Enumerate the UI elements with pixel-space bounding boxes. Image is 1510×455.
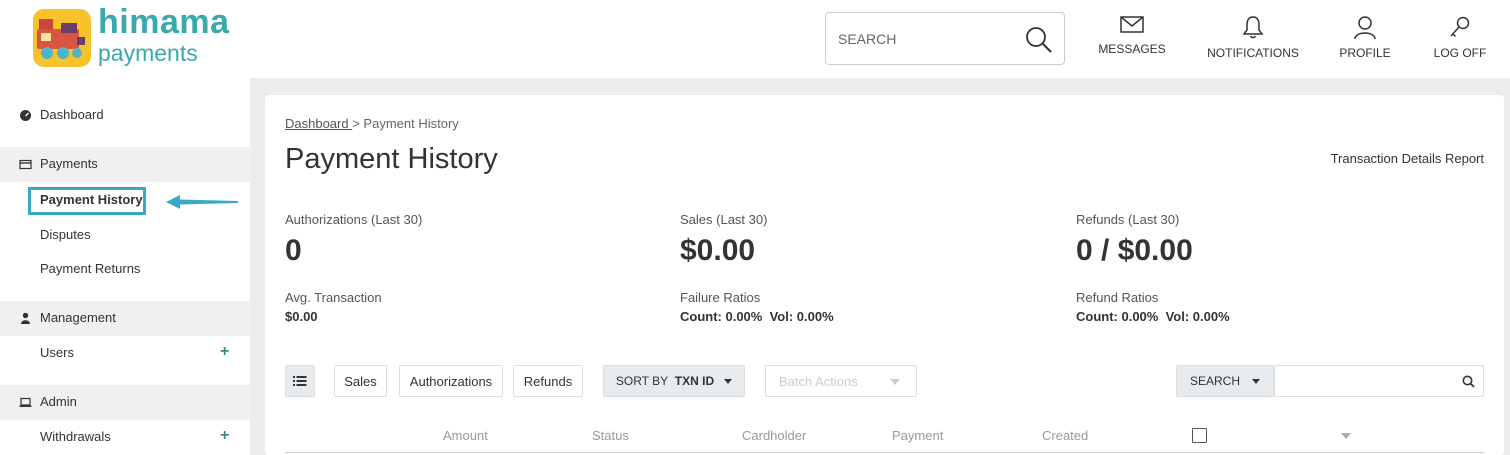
- main-panel: Dashboard > Payment History Payment Hist…: [265, 95, 1504, 455]
- caret-down-icon: [890, 379, 900, 385]
- column-header-cardholder[interactable]: Cardholder: [742, 428, 806, 443]
- sidebar-item-withdrawals[interactable]: Withdrawals: [40, 429, 111, 444]
- logo-subtitle: payments: [98, 40, 198, 66]
- column-header-status[interactable]: Status: [592, 428, 629, 443]
- himama-logo-icon[interactable]: [33, 9, 91, 67]
- avg-transaction-label: Avg. Transaction: [285, 290, 382, 305]
- search-field-label: SEARCH: [1189, 374, 1240, 388]
- batch-actions-label: Batch Actions: [779, 373, 858, 389]
- column-header-payment[interactable]: Payment: [892, 428, 943, 443]
- table-header-divider: [285, 452, 1484, 453]
- breadcrumb-current: > Payment History: [352, 116, 459, 131]
- refund-ratios-label: Refund Ratios: [1076, 290, 1159, 305]
- log-off-label: LOG OFF: [1433, 46, 1487, 60]
- breadcrumb: Dashboard > Payment History: [285, 116, 459, 131]
- batch-actions-dropdown[interactable]: Batch Actions: [765, 365, 917, 397]
- transaction-details-report-link[interactable]: Transaction Details Report: [1331, 151, 1484, 166]
- user-icon: [1354, 16, 1376, 40]
- sort-by-value: TXN ID: [674, 374, 715, 388]
- messages-button[interactable]: MESSAGES: [1096, 14, 1168, 68]
- messages-label: MESSAGES: [1098, 42, 1166, 56]
- authorizations-value: 0: [285, 234, 302, 267]
- person-icon: [21, 312, 30, 324]
- failure-ratios-label: Failure Ratios: [680, 290, 761, 305]
- list-icon: [293, 376, 307, 386]
- avg-transaction-value: $0.00: [285, 309, 318, 324]
- search-field-dropdown[interactable]: SEARCH: [1176, 365, 1274, 397]
- key-icon: [1450, 16, 1470, 38]
- authorizations-label: Authorizations (Last 30): [285, 212, 423, 227]
- log-off-button[interactable]: LOG OFF: [1429, 14, 1491, 68]
- refunds-label: Refunds (Last 30): [1076, 212, 1180, 227]
- column-header-amount[interactable]: Amount: [443, 428, 488, 443]
- add-withdrawal-plus-icon[interactable]: +: [220, 427, 229, 445]
- notifications-label: NOTIFICATIONS: [1207, 46, 1299, 60]
- failure-ratios-value: Count: 0.00% Vol: 0.00%: [680, 309, 834, 324]
- caret-down-icon: [724, 378, 733, 384]
- notifications-button[interactable]: NOTIFICATIONS: [1205, 14, 1301, 68]
- sidebar-group-label: Admin: [40, 394, 77, 409]
- sidebar-item-payment-returns[interactable]: Payment Returns: [40, 261, 140, 276]
- authorizations-filter-button[interactable]: Authorizations: [399, 365, 503, 397]
- select-all-checkbox[interactable]: [1192, 428, 1207, 443]
- refunds-value: 0 / $0.00: [1076, 234, 1193, 267]
- sidebar-item-disputes[interactable]: Disputes: [40, 227, 91, 242]
- sidebar-group-payments[interactable]: Payments: [0, 147, 250, 182]
- sort-by-dropdown[interactable]: SORT BY TXN ID: [603, 365, 745, 397]
- dashboard-gauge-icon: [20, 110, 31, 121]
- laptop-icon: [19, 397, 32, 407]
- arrow-left-icon: [166, 195, 238, 209]
- header-search-input[interactable]: [838, 27, 1008, 51]
- breadcrumb-dashboard-link[interactable]: Dashboard: [285, 116, 352, 131]
- profile-label: PROFILE: [1339, 46, 1391, 60]
- profile-button[interactable]: PROFILE: [1336, 14, 1394, 68]
- header-search-box[interactable]: [825, 12, 1065, 65]
- sidebar-group-label: Management: [40, 310, 116, 325]
- refund-ratios-value: Count: 0.00% Vol: 0.00%: [1076, 309, 1230, 324]
- search-icon[interactable]: [1024, 25, 1054, 60]
- sales-filter-button[interactable]: Sales: [334, 365, 387, 397]
- caret-down-icon[interactable]: [1341, 433, 1351, 439]
- sales-value: $0.00: [680, 234, 756, 267]
- sales-label: Sales (Last 30): [680, 212, 768, 227]
- column-header-created[interactable]: Created: [1042, 428, 1088, 443]
- logo-wordmark[interactable]: himama: [98, 3, 230, 41]
- table-search-input[interactable]: [1274, 365, 1484, 397]
- sidebar-item-label: Dashboard: [40, 107, 104, 122]
- sidebar-group-management[interactable]: Management: [0, 301, 250, 336]
- credit-card-icon: [19, 159, 32, 170]
- search-icon[interactable]: [1462, 375, 1475, 388]
- envelope-icon: [1120, 16, 1144, 33]
- refunds-filter-button[interactable]: Refunds: [513, 365, 583, 397]
- page-title: Payment History: [285, 143, 498, 175]
- sidebar-item-payment-history[interactable]: Payment History: [40, 192, 143, 207]
- add-user-plus-icon[interactable]: +: [220, 343, 229, 361]
- sidebar-item-dashboard[interactable]: Dashboard: [0, 98, 250, 132]
- top-bar: himama payments MESSAGES NOTIFICATIONS P…: [0, 0, 1510, 78]
- list-view-button[interactable]: [285, 365, 315, 397]
- caret-down-icon: [1252, 378, 1260, 384]
- sidebar-group-label: Payments: [40, 156, 98, 171]
- sidebar-item-users[interactable]: Users: [40, 345, 74, 360]
- bell-icon: [1242, 16, 1264, 39]
- sidebar: Dashboard Payments Payment History Dispu…: [0, 78, 250, 455]
- sidebar-group-admin[interactable]: Admin: [0, 385, 250, 420]
- sort-by-label: SORT BY: [615, 374, 669, 388]
